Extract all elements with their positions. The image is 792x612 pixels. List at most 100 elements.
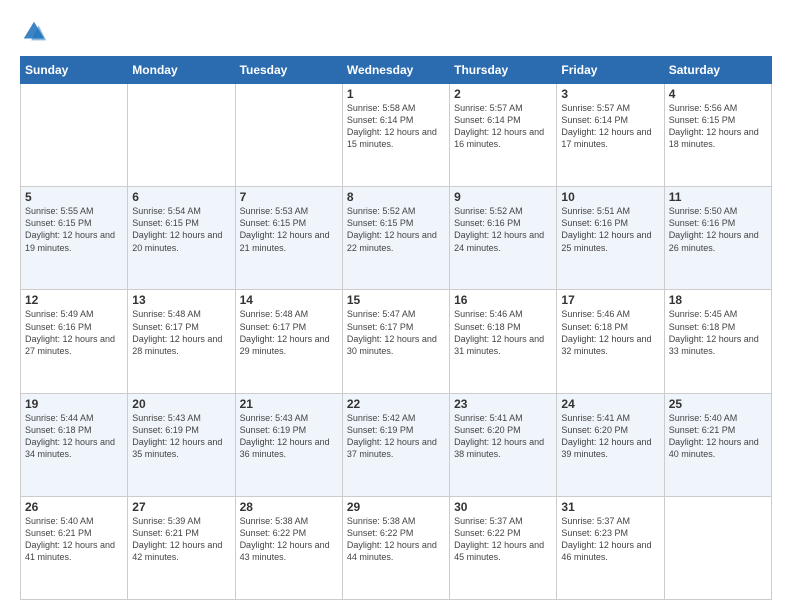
day-cell: 5Sunrise: 5:55 AM Sunset: 6:15 PM Daylig… (21, 187, 128, 290)
day-number: 13 (132, 293, 230, 307)
day-number: 9 (454, 190, 552, 204)
day-info: Sunrise: 5:52 AM Sunset: 6:16 PM Dayligh… (454, 205, 552, 254)
day-info: Sunrise: 5:37 AM Sunset: 6:22 PM Dayligh… (454, 515, 552, 564)
day-number: 31 (561, 500, 659, 514)
day-info: Sunrise: 5:41 AM Sunset: 6:20 PM Dayligh… (454, 412, 552, 461)
weekday-header-friday: Friday (557, 57, 664, 84)
day-info: Sunrise: 5:54 AM Sunset: 6:15 PM Dayligh… (132, 205, 230, 254)
day-cell: 21Sunrise: 5:43 AM Sunset: 6:19 PM Dayli… (235, 393, 342, 496)
day-info: Sunrise: 5:37 AM Sunset: 6:23 PM Dayligh… (561, 515, 659, 564)
day-cell (235, 84, 342, 187)
day-info: Sunrise: 5:57 AM Sunset: 6:14 PM Dayligh… (561, 102, 659, 151)
day-cell: 25Sunrise: 5:40 AM Sunset: 6:21 PM Dayli… (664, 393, 771, 496)
day-info: Sunrise: 5:39 AM Sunset: 6:21 PM Dayligh… (132, 515, 230, 564)
day-cell: 17Sunrise: 5:46 AM Sunset: 6:18 PM Dayli… (557, 290, 664, 393)
day-info: Sunrise: 5:44 AM Sunset: 6:18 PM Dayligh… (25, 412, 123, 461)
day-cell (21, 84, 128, 187)
day-info: Sunrise: 5:58 AM Sunset: 6:14 PM Dayligh… (347, 102, 445, 151)
weekday-header-wednesday: Wednesday (342, 57, 449, 84)
day-cell: 9Sunrise: 5:52 AM Sunset: 6:16 PM Daylig… (450, 187, 557, 290)
day-number: 16 (454, 293, 552, 307)
weekday-header-tuesday: Tuesday (235, 57, 342, 84)
day-info: Sunrise: 5:53 AM Sunset: 6:15 PM Dayligh… (240, 205, 338, 254)
day-cell: 10Sunrise: 5:51 AM Sunset: 6:16 PM Dayli… (557, 187, 664, 290)
day-number: 14 (240, 293, 338, 307)
week-row-2: 5Sunrise: 5:55 AM Sunset: 6:15 PM Daylig… (21, 187, 772, 290)
week-row-3: 12Sunrise: 5:49 AM Sunset: 6:16 PM Dayli… (21, 290, 772, 393)
day-cell: 27Sunrise: 5:39 AM Sunset: 6:21 PM Dayli… (128, 496, 235, 599)
day-cell: 31Sunrise: 5:37 AM Sunset: 6:23 PM Dayli… (557, 496, 664, 599)
logo-icon (20, 18, 48, 46)
day-info: Sunrise: 5:40 AM Sunset: 6:21 PM Dayligh… (25, 515, 123, 564)
day-number: 23 (454, 397, 552, 411)
day-cell: 4Sunrise: 5:56 AM Sunset: 6:15 PM Daylig… (664, 84, 771, 187)
day-number: 21 (240, 397, 338, 411)
day-number: 19 (25, 397, 123, 411)
calendar-table: SundayMondayTuesdayWednesdayThursdayFrid… (20, 56, 772, 600)
day-number: 7 (240, 190, 338, 204)
day-cell: 28Sunrise: 5:38 AM Sunset: 6:22 PM Dayli… (235, 496, 342, 599)
day-number: 10 (561, 190, 659, 204)
day-number: 15 (347, 293, 445, 307)
day-info: Sunrise: 5:43 AM Sunset: 6:19 PM Dayligh… (240, 412, 338, 461)
day-number: 29 (347, 500, 445, 514)
day-cell: 19Sunrise: 5:44 AM Sunset: 6:18 PM Dayli… (21, 393, 128, 496)
day-info: Sunrise: 5:46 AM Sunset: 6:18 PM Dayligh… (454, 308, 552, 357)
day-info: Sunrise: 5:41 AM Sunset: 6:20 PM Dayligh… (561, 412, 659, 461)
day-info: Sunrise: 5:50 AM Sunset: 6:16 PM Dayligh… (669, 205, 767, 254)
day-info: Sunrise: 5:48 AM Sunset: 6:17 PM Dayligh… (240, 308, 338, 357)
day-number: 11 (669, 190, 767, 204)
day-cell: 7Sunrise: 5:53 AM Sunset: 6:15 PM Daylig… (235, 187, 342, 290)
day-number: 3 (561, 87, 659, 101)
weekday-header-thursday: Thursday (450, 57, 557, 84)
day-number: 24 (561, 397, 659, 411)
page: SundayMondayTuesdayWednesdayThursdayFrid… (0, 0, 792, 612)
day-number: 17 (561, 293, 659, 307)
day-cell: 23Sunrise: 5:41 AM Sunset: 6:20 PM Dayli… (450, 393, 557, 496)
day-info: Sunrise: 5:45 AM Sunset: 6:18 PM Dayligh… (669, 308, 767, 357)
day-cell: 3Sunrise: 5:57 AM Sunset: 6:14 PM Daylig… (557, 84, 664, 187)
weekday-header-saturday: Saturday (664, 57, 771, 84)
day-info: Sunrise: 5:43 AM Sunset: 6:19 PM Dayligh… (132, 412, 230, 461)
week-row-4: 19Sunrise: 5:44 AM Sunset: 6:18 PM Dayli… (21, 393, 772, 496)
day-cell: 8Sunrise: 5:52 AM Sunset: 6:15 PM Daylig… (342, 187, 449, 290)
logo (20, 18, 52, 46)
day-number: 2 (454, 87, 552, 101)
day-info: Sunrise: 5:47 AM Sunset: 6:17 PM Dayligh… (347, 308, 445, 357)
day-info: Sunrise: 5:40 AM Sunset: 6:21 PM Dayligh… (669, 412, 767, 461)
day-cell: 18Sunrise: 5:45 AM Sunset: 6:18 PM Dayli… (664, 290, 771, 393)
day-number: 6 (132, 190, 230, 204)
day-cell: 15Sunrise: 5:47 AM Sunset: 6:17 PM Dayli… (342, 290, 449, 393)
day-number: 28 (240, 500, 338, 514)
day-number: 20 (132, 397, 230, 411)
day-info: Sunrise: 5:46 AM Sunset: 6:18 PM Dayligh… (561, 308, 659, 357)
day-number: 27 (132, 500, 230, 514)
day-number: 18 (669, 293, 767, 307)
day-cell: 26Sunrise: 5:40 AM Sunset: 6:21 PM Dayli… (21, 496, 128, 599)
day-info: Sunrise: 5:57 AM Sunset: 6:14 PM Dayligh… (454, 102, 552, 151)
week-row-1: 1Sunrise: 5:58 AM Sunset: 6:14 PM Daylig… (21, 84, 772, 187)
day-cell: 12Sunrise: 5:49 AM Sunset: 6:16 PM Dayli… (21, 290, 128, 393)
weekday-header-row: SundayMondayTuesdayWednesdayThursdayFrid… (21, 57, 772, 84)
day-cell: 22Sunrise: 5:42 AM Sunset: 6:19 PM Dayli… (342, 393, 449, 496)
day-info: Sunrise: 5:48 AM Sunset: 6:17 PM Dayligh… (132, 308, 230, 357)
day-cell: 30Sunrise: 5:37 AM Sunset: 6:22 PM Dayli… (450, 496, 557, 599)
day-info: Sunrise: 5:38 AM Sunset: 6:22 PM Dayligh… (347, 515, 445, 564)
day-info: Sunrise: 5:52 AM Sunset: 6:15 PM Dayligh… (347, 205, 445, 254)
day-number: 1 (347, 87, 445, 101)
day-number: 22 (347, 397, 445, 411)
day-number: 8 (347, 190, 445, 204)
day-cell: 14Sunrise: 5:48 AM Sunset: 6:17 PM Dayli… (235, 290, 342, 393)
day-cell: 11Sunrise: 5:50 AM Sunset: 6:16 PM Dayli… (664, 187, 771, 290)
day-number: 26 (25, 500, 123, 514)
day-cell: 1Sunrise: 5:58 AM Sunset: 6:14 PM Daylig… (342, 84, 449, 187)
day-cell: 6Sunrise: 5:54 AM Sunset: 6:15 PM Daylig… (128, 187, 235, 290)
day-info: Sunrise: 5:51 AM Sunset: 6:16 PM Dayligh… (561, 205, 659, 254)
day-number: 25 (669, 397, 767, 411)
day-info: Sunrise: 5:38 AM Sunset: 6:22 PM Dayligh… (240, 515, 338, 564)
day-number: 5 (25, 190, 123, 204)
day-cell (664, 496, 771, 599)
day-info: Sunrise: 5:42 AM Sunset: 6:19 PM Dayligh… (347, 412, 445, 461)
day-cell: 20Sunrise: 5:43 AM Sunset: 6:19 PM Dayli… (128, 393, 235, 496)
header (20, 18, 772, 46)
